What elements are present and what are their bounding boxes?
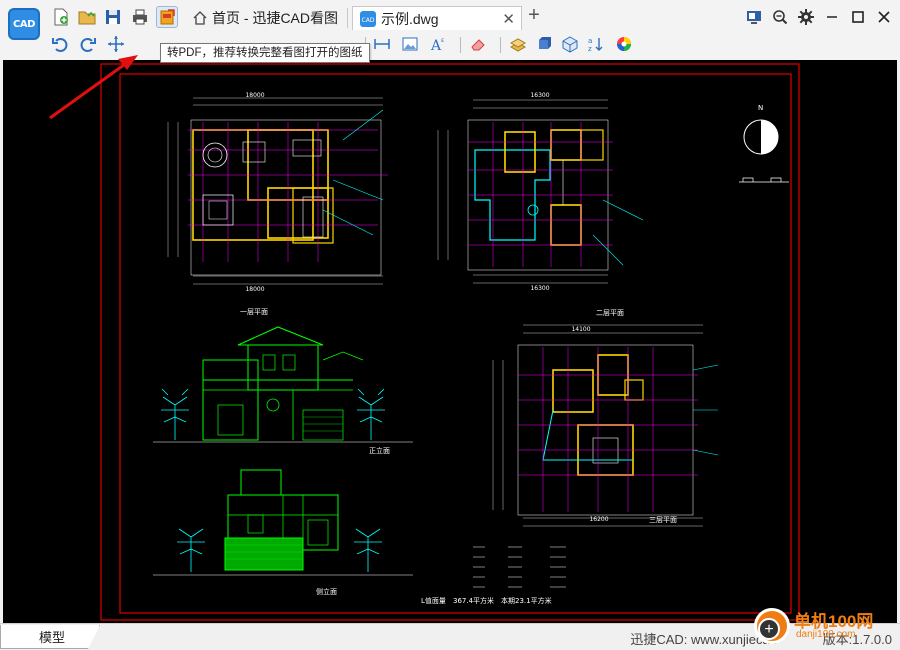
open-file-button[interactable] [76,6,98,28]
zoom-icon [773,10,788,25]
svg-text:CAD: CAD [362,17,375,24]
tab-divider [347,8,348,28]
maximize-icon [852,11,864,23]
minimize-icon [827,16,837,18]
print-button[interactable] [129,6,151,28]
app-logo[interactable]: CAD [8,8,40,40]
save-icon [106,10,120,24]
north-label: N [758,104,763,112]
plan1-bottom-dim: 18000 [245,286,264,293]
side-elevation: 侧立面 [153,469,413,596]
print-icon [133,9,147,25]
color-wheel-icon [617,37,631,51]
3d-box-icon [562,36,578,53]
save-button[interactable] [102,6,124,28]
cube-icon [539,37,551,49]
tab-home[interactable]: 首页 - 迅捷CAD看图 [186,6,346,30]
minimize-button[interactable] [820,6,844,28]
tab-close-icon[interactable]: ✕ [502,10,515,28]
svg-text:a: a [588,37,592,45]
plan2-top-dim: 16300 [530,92,549,99]
new-file-icon [54,8,68,26]
legend-block [473,546,566,588]
drawing-canvas[interactable]: 18000 18000 一层平面 16300 16300 二层平面 N 正立面 … [3,60,897,623]
new-tab-button[interactable]: + [524,5,544,27]
third-floor-plan: 14100 16200 三层平面 [492,324,719,527]
text-icon: Aε [430,37,444,53]
zoom-in-icon[interactable]: + [758,618,780,640]
home-icon [193,11,207,25]
plan3-bottom-dim: 16200 [589,516,608,523]
app-logo-text: CAD [13,18,35,30]
second-floor-plan: 16300 16300 二层平面 [437,92,644,317]
plan1-top-dim: 18000 [245,92,264,99]
sort-az-icon: az [588,37,603,53]
toolbar-divider [460,37,461,53]
zoom-button[interactable] [768,6,792,28]
undo-icon [52,38,68,52]
open-folder-icon [78,11,96,25]
maximize-button[interactable] [846,6,870,28]
settings-button[interactable] [794,6,818,28]
eraser-icon [471,39,485,51]
image-tool-button[interactable] [400,34,420,54]
plan2-bottom-dim: 16300 [530,285,549,292]
display-settings-icon [747,11,761,24]
layer-icon [509,38,527,52]
tab-home-label: 首页 - 迅捷CAD看图 [212,10,338,26]
redo-icon [80,38,96,52]
3d-view-button[interactable] [560,34,580,54]
model-tab-label: 模型 [39,630,66,645]
area-summary-mid: 本期23.1平方米 [501,596,552,605]
watermark-sub: danji100.com [796,629,856,640]
new-file-button[interactable] [50,6,72,28]
to-pdf-button[interactable] [156,6,178,28]
eraser-button[interactable] [468,34,488,54]
pdf-tooltip: 转PDF，推荐转换完整看图打开的图纸 [160,43,370,63]
dimension-button[interactable] [372,34,392,54]
model-tab[interactable]: 模型 [0,625,100,649]
svg-text:ε: ε [441,37,444,44]
picture-icon [402,37,418,51]
toolbar-divider [500,37,501,53]
pan-move-icon [108,36,124,52]
settings-gear-icon [798,9,814,25]
front-elevation: 正立面 [153,326,413,455]
first-floor-plan-label: 一层平面 [240,308,268,316]
text-tool-button[interactable]: Aε [428,34,448,54]
second-floor-plan-label: 二层平面 [596,309,624,317]
area-value: 367.4平方米 [453,596,494,605]
cad-drawing: 18000 18000 一层平面 16300 16300 二层平面 N 正立面 … [100,63,800,621]
svg-text:z: z [588,45,592,53]
sort-button[interactable]: az [586,34,606,54]
redo-button[interactable] [78,34,98,54]
first-floor-plan: 18000 18000 一层平面 [167,92,388,316]
pdf-export-icon [160,9,175,25]
tab-document[interactable]: CAD 示例.dwg ✕ [352,6,522,30]
color-button[interactable] [614,34,634,54]
area-summary-prefix: L值面量 [421,596,446,605]
close-icon [878,11,890,23]
block-button[interactable] [534,34,554,54]
side-elevation-label: 侧立面 [316,587,337,596]
dimension-icon [374,39,390,49]
display-settings-button[interactable] [742,6,766,28]
cad-file-icon: CAD [360,10,376,27]
layer-button[interactable] [508,34,528,54]
front-elevation-label: 正立面 [369,446,390,455]
inner-frame [119,73,792,614]
third-floor-plan-label: 三层平面 [649,516,677,524]
pan-button[interactable] [106,34,126,54]
plan3-top-dim: 14100 [571,326,590,333]
cad-viewer-window: CAD 首页 - 迅捷CAD看图 CAD 示例.dwg ✕ + A ε a z … [0,0,900,650]
undo-button[interactable] [50,34,70,54]
tab-document-label: 示例.dwg [381,10,439,27]
north-arrow: N [739,104,789,183]
close-window-button[interactable] [872,6,896,28]
title-toolbar: CAD 首页 - 迅捷CAD看图 CAD 示例.dwg ✕ + A ε a z [0,0,900,60]
